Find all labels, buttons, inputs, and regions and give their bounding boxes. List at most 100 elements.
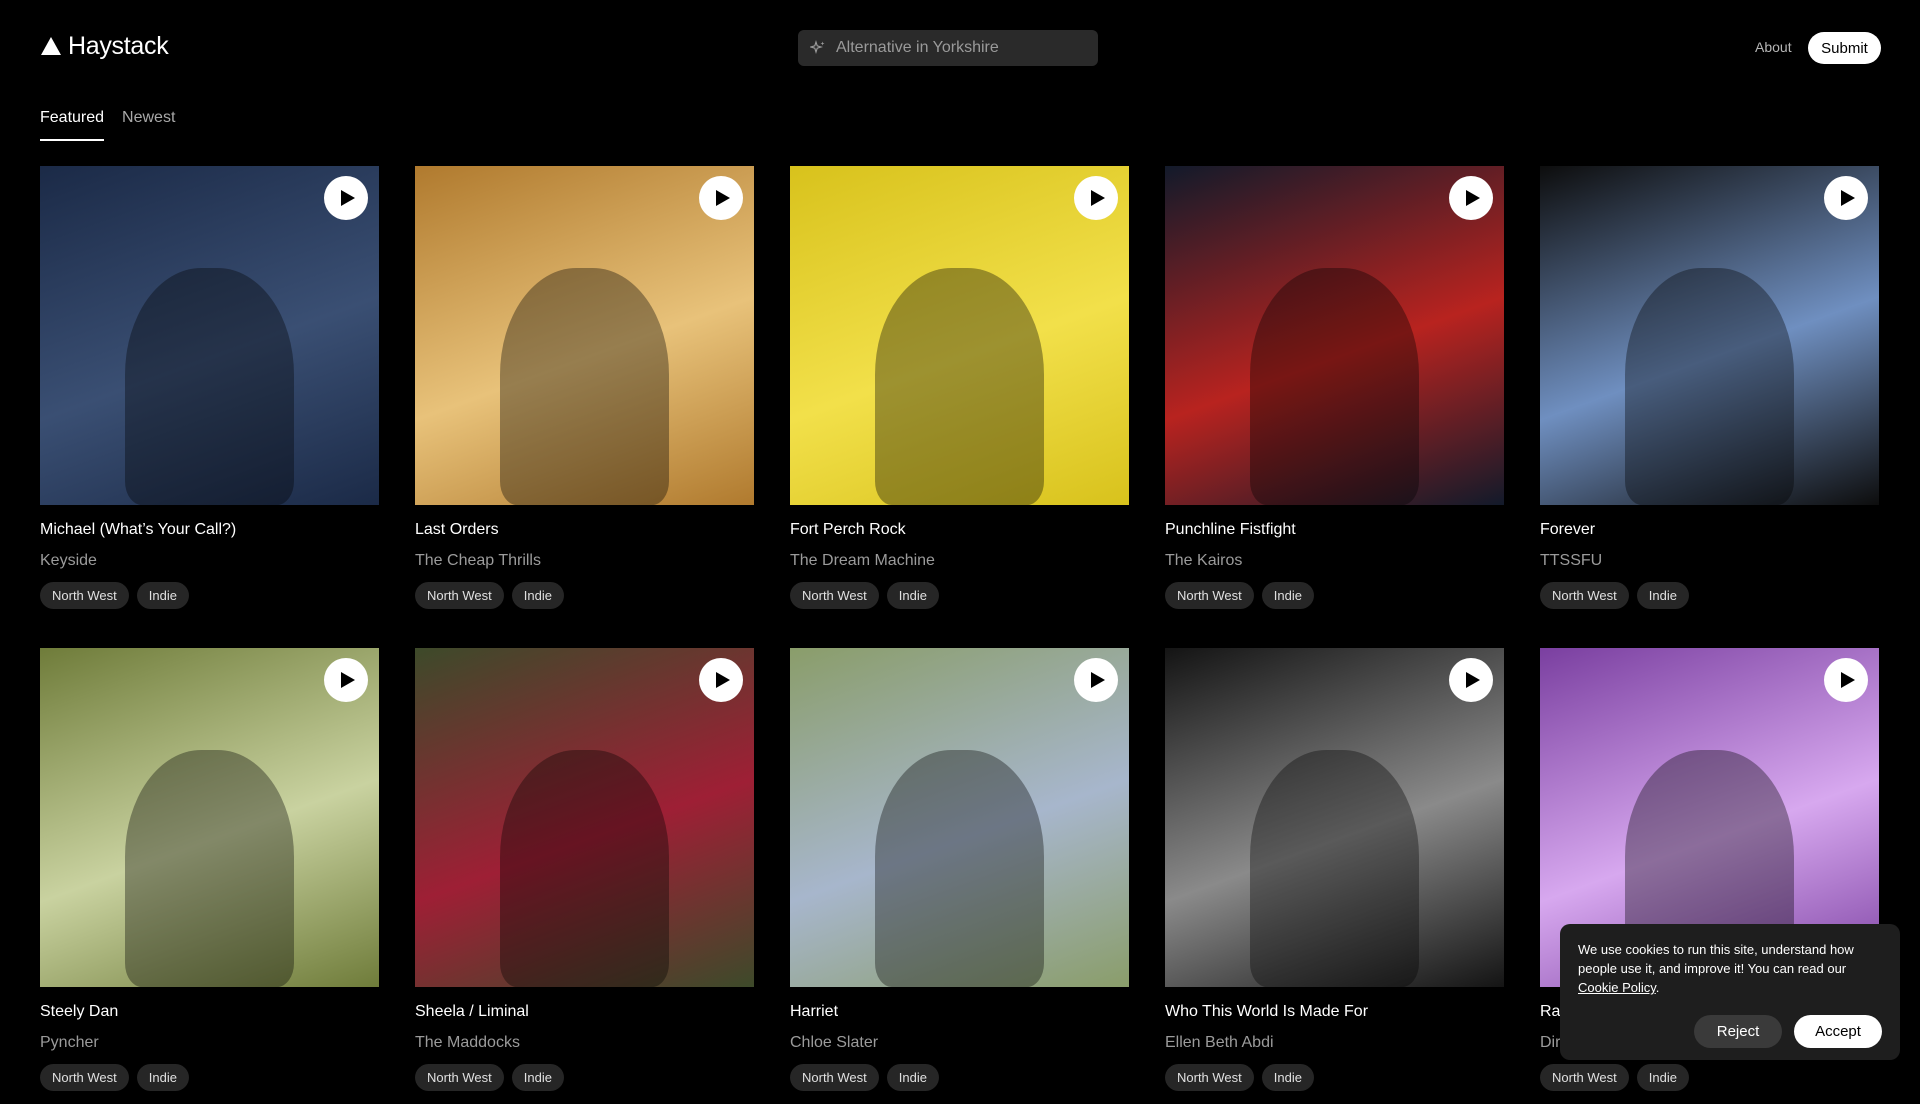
tag-region[interactable]: North West	[1540, 582, 1629, 609]
sparkle-icon	[810, 40, 825, 54]
track-card[interactable]: Last Orders The Cheap Thrills North West…	[415, 166, 754, 622]
cookie-actions: Reject Accept	[1694, 1015, 1882, 1048]
track-thumbnail[interactable]	[1540, 166, 1879, 505]
tag-genre[interactable]: Indie	[886, 582, 939, 609]
play-icon	[1465, 190, 1480, 206]
track-artist[interactable]: The Maddocks	[415, 1032, 754, 1054]
tag-region[interactable]: North West	[1165, 1064, 1254, 1091]
tag-region[interactable]: North West	[40, 1064, 129, 1091]
reject-cookies-button[interactable]: Reject	[1694, 1015, 1782, 1048]
submit-button[interactable]: Submit	[1808, 32, 1881, 64]
search-input[interactable]	[836, 39, 1086, 57]
play-button[interactable]	[1074, 176, 1118, 220]
play-icon	[715, 672, 730, 688]
tag-region[interactable]: North West	[1540, 1064, 1629, 1091]
accept-cookies-button[interactable]: Accept	[1794, 1015, 1882, 1048]
play-button[interactable]	[324, 658, 368, 702]
tag-genre[interactable]: Indie	[886, 1064, 939, 1091]
track-tags: North West Indie	[1540, 582, 1879, 609]
track-card[interactable]: Fort Perch Rock The Dream Machine North …	[790, 166, 1129, 622]
cookie-message: We use cookies to run this site, underst…	[1578, 940, 1882, 997]
thumbnail-art	[874, 749, 1045, 987]
thumbnail-art	[124, 749, 295, 987]
track-thumbnail[interactable]	[790, 648, 1129, 987]
play-button[interactable]	[1449, 658, 1493, 702]
play-icon	[1090, 190, 1105, 206]
track-card[interactable]: Harriet Chloe Slater North West Indie	[790, 648, 1129, 1104]
tag-genre[interactable]: Indie	[136, 1064, 189, 1091]
tag-genre[interactable]: Indie	[511, 1064, 564, 1091]
track-title[interactable]: Who This World Is Made For	[1165, 1001, 1504, 1023]
tag-region[interactable]: North West	[415, 1064, 504, 1091]
track-title[interactable]: Punchline Fistfight	[1165, 519, 1504, 541]
track-tags: North West Indie	[40, 1064, 379, 1091]
tab-featured[interactable]: Featured	[40, 109, 105, 141]
track-artist[interactable]: Pyncher	[40, 1032, 379, 1054]
track-tags: North West Indie	[790, 582, 1129, 609]
track-tags: North West Indie	[415, 582, 754, 609]
track-title[interactable]: Harriet	[790, 1001, 1129, 1023]
track-title[interactable]: Forever	[1540, 519, 1879, 541]
track-artist[interactable]: Ellen Beth Abdi	[1165, 1032, 1504, 1054]
play-button[interactable]	[699, 658, 743, 702]
cookie-policy-link[interactable]: Cookie Policy	[1578, 980, 1656, 995]
play-button[interactable]	[699, 176, 743, 220]
search-bar[interactable]	[798, 30, 1098, 66]
tag-region[interactable]: North West	[1165, 582, 1254, 609]
tab-bar: Featured Newest	[40, 109, 175, 141]
tag-region[interactable]: North West	[790, 582, 879, 609]
tag-genre[interactable]: Indie	[1261, 582, 1314, 609]
track-thumbnail[interactable]	[1165, 166, 1504, 505]
track-title[interactable]: Sheela / Liminal	[415, 1001, 754, 1023]
track-title[interactable]: Fort Perch Rock	[790, 519, 1129, 541]
play-icon	[340, 190, 355, 206]
play-icon	[1840, 672, 1855, 688]
tab-newest[interactable]: Newest	[122, 109, 175, 141]
play-button[interactable]	[324, 176, 368, 220]
track-card[interactable]: Who This World Is Made For Ellen Beth Ab…	[1165, 648, 1504, 1104]
track-artist[interactable]: The Cheap Thrills	[415, 550, 754, 572]
triangle-logo-icon	[41, 37, 61, 55]
track-tags: North West Indie	[790, 1064, 1129, 1091]
tag-genre[interactable]: Indie	[511, 582, 564, 609]
track-artist[interactable]: The Dream Machine	[790, 550, 1129, 572]
logo[interactable]: Haystack	[40, 30, 169, 62]
track-card[interactable]: Steely Dan Pyncher North West Indie	[40, 648, 379, 1104]
track-thumbnail[interactable]	[415, 166, 754, 505]
track-card[interactable]: Punchline Fistfight The Kairos North Wes…	[1165, 166, 1504, 622]
tag-region[interactable]: North West	[790, 1064, 879, 1091]
track-artist[interactable]: The Kairos	[1165, 550, 1504, 572]
tag-region[interactable]: North West	[415, 582, 504, 609]
tag-genre[interactable]: Indie	[1261, 1064, 1314, 1091]
thumbnail-art	[874, 267, 1045, 505]
track-tags: North West Indie	[40, 582, 379, 609]
track-thumbnail[interactable]	[40, 648, 379, 987]
play-button[interactable]	[1074, 658, 1118, 702]
tag-region[interactable]: North West	[40, 582, 129, 609]
play-button[interactable]	[1824, 658, 1868, 702]
tag-genre[interactable]: Indie	[136, 582, 189, 609]
track-thumbnail[interactable]	[415, 648, 754, 987]
track-thumbnail[interactable]	[40, 166, 379, 505]
track-title[interactable]: Michael (What’s Your Call?)	[40, 519, 379, 541]
track-artist[interactable]: Chloe Slater	[790, 1032, 1129, 1054]
thumbnail-art	[1624, 267, 1795, 505]
track-tags: North West Indie	[1165, 582, 1504, 609]
thumbnail-art	[1249, 267, 1420, 505]
track-card[interactable]: Forever TTSSFU North West Indie	[1540, 166, 1879, 622]
track-artist[interactable]: Keyside	[40, 550, 379, 572]
track-thumbnail[interactable]	[790, 166, 1129, 505]
play-button[interactable]	[1449, 176, 1493, 220]
track-card[interactable]: Michael (What’s Your Call?) Keyside Nort…	[40, 166, 379, 622]
tag-genre[interactable]: Indie	[1636, 1064, 1689, 1091]
play-button[interactable]	[1824, 176, 1868, 220]
tag-genre[interactable]: Indie	[1636, 582, 1689, 609]
cookie-banner: We use cookies to run this site, underst…	[1560, 924, 1900, 1060]
track-card[interactable]: Sheela / Liminal The Maddocks North West…	[415, 648, 754, 1104]
track-thumbnail[interactable]	[1165, 648, 1504, 987]
about-link[interactable]: About	[1755, 39, 1792, 55]
track-title[interactable]: Steely Dan	[40, 1001, 379, 1023]
track-title[interactable]: Last Orders	[415, 519, 754, 541]
track-artist[interactable]: TTSSFU	[1540, 550, 1879, 572]
play-icon	[1465, 672, 1480, 688]
